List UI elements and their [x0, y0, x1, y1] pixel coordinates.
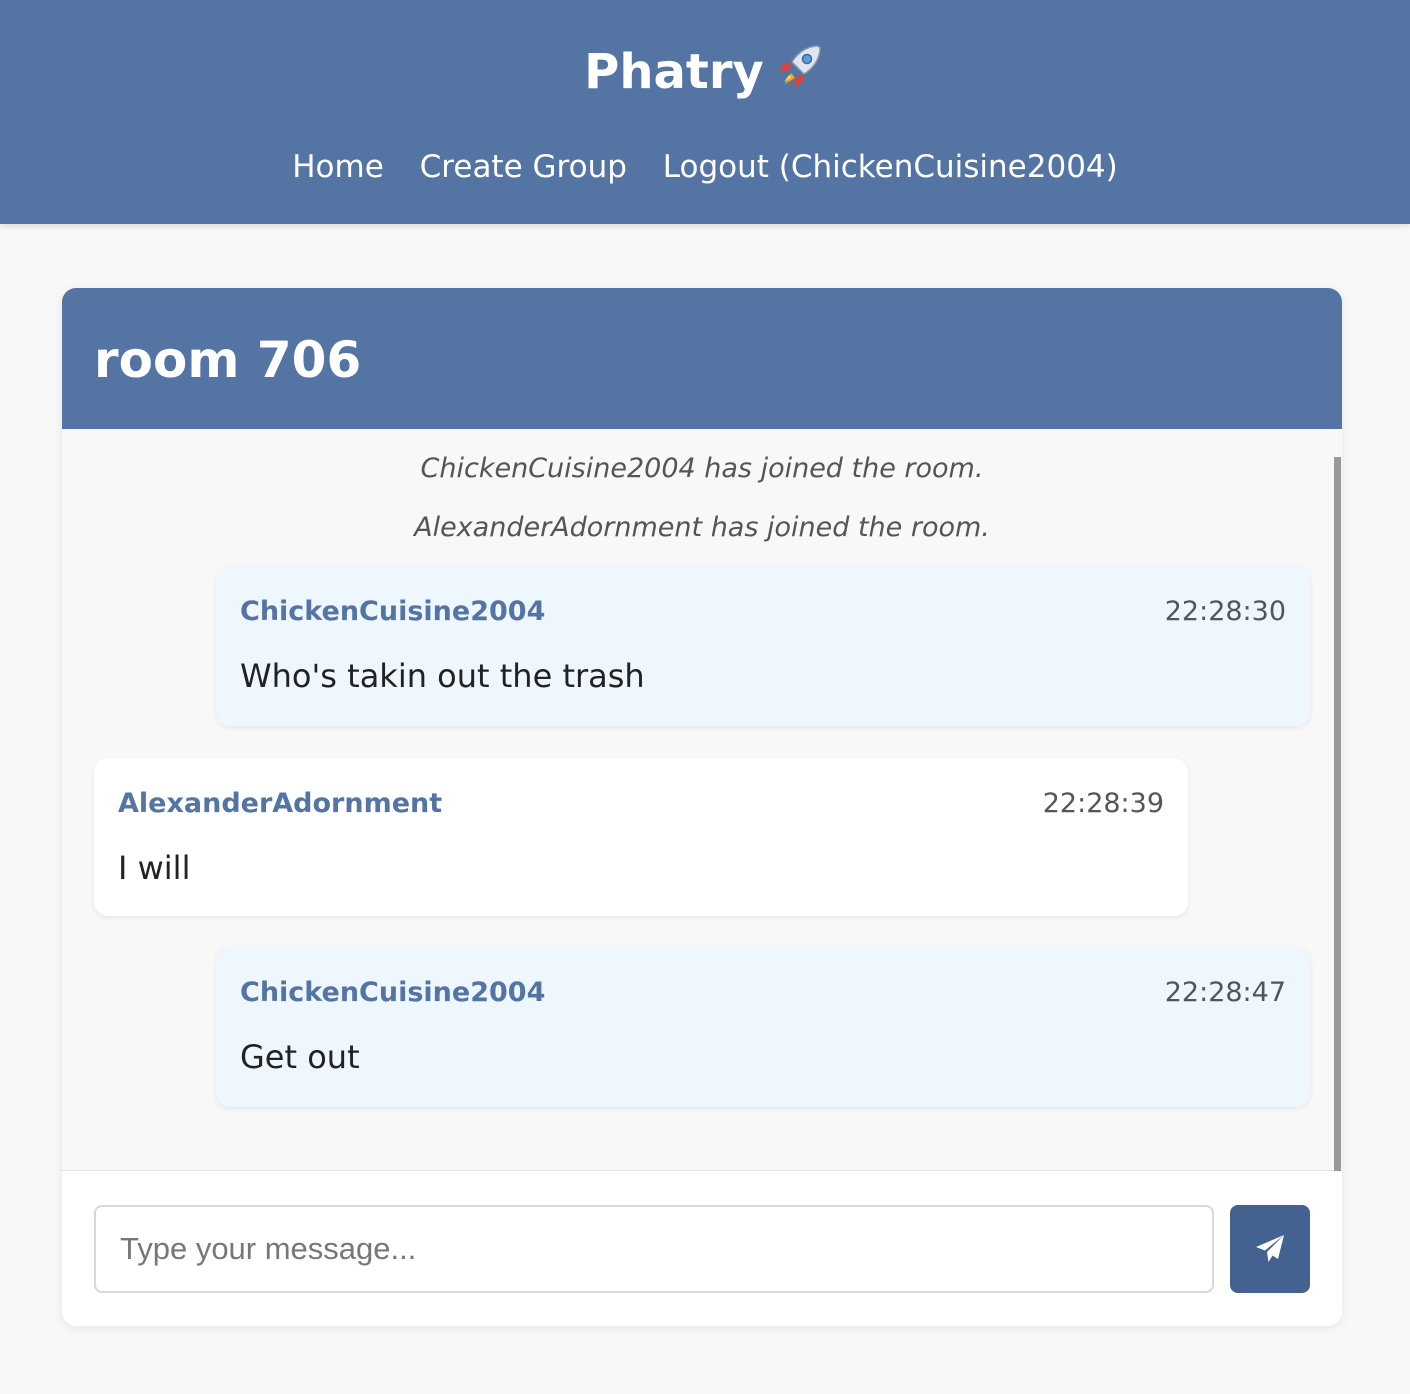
message-input[interactable] [94, 1205, 1214, 1293]
paper-plane-icon [1256, 1235, 1284, 1262]
system-message: AlexanderAdornment has joined the room. [414, 512, 990, 543]
room-header: room 706 [62, 288, 1342, 429]
message-text: Who's takin out the trash [240, 657, 645, 695]
message-timestamp: 22:28:30 [1164, 596, 1286, 627]
top-navbar: Phatry Home Create Group Logout (Chicken… [0, 0, 1410, 224]
message-timestamp: 22:28:39 [1042, 788, 1164, 819]
message-bubble-own: ChickenCuisine2004 22:28:47 Get out [216, 947, 1310, 1107]
system-message: ChickenCuisine2004 has joined the room. [420, 453, 984, 484]
message-text: Get out [240, 1038, 360, 1076]
message-bubble-own: ChickenCuisine2004 22:28:30 Who's takin … [216, 566, 1310, 726]
message-timestamp: 22:28:47 [1164, 977, 1286, 1008]
room-title: room 706 [94, 331, 362, 389]
nav-create-group-link[interactable]: Create Group [420, 149, 627, 185]
brand[interactable]: Phatry [0, 40, 1410, 108]
message-username: ChickenCuisine2004 [240, 596, 546, 627]
main-nav: Home Create Group Logout (ChickenCuisine… [0, 146, 1410, 188]
message-username: AlexanderAdornment [118, 788, 443, 819]
message-username: ChickenCuisine2004 [240, 977, 546, 1008]
message-composer [62, 1172, 1342, 1326]
message-list[interactable]: ChickenCuisine2004 has joined the room. … [62, 429, 1342, 1171]
send-button[interactable] [1230, 1205, 1310, 1293]
message-bubble-other: AlexanderAdornment 22:28:39 I will [94, 758, 1188, 916]
brand-name[interactable]: Phatry [584, 44, 764, 100]
message-list-scrollbar[interactable] [1334, 457, 1341, 1171]
rocket-icon [774, 40, 826, 108]
nav-home-link[interactable]: Home [292, 149, 384, 185]
message-text: I will [118, 849, 191, 887]
chat-card: room 706 ChickenCuisine2004 has joined t… [62, 288, 1342, 1326]
nav-logout-link[interactable]: Logout (ChickenCuisine2004) [663, 149, 1118, 185]
